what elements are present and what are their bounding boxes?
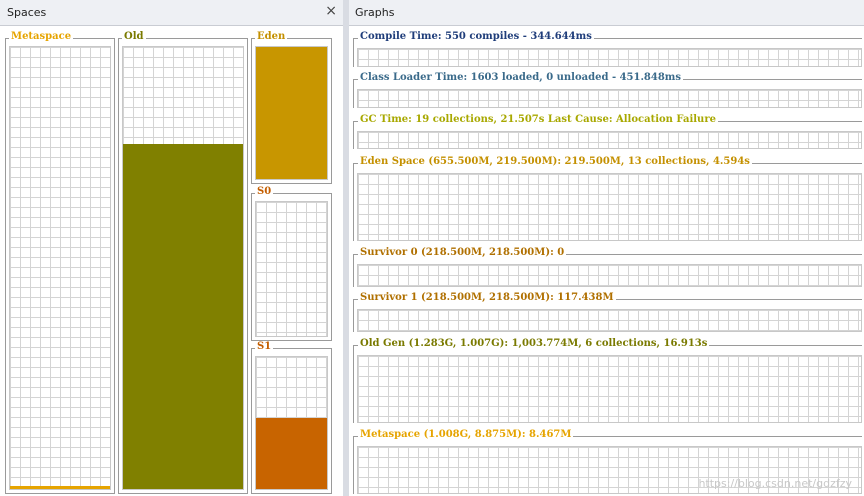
eden-space-grid	[255, 46, 328, 180]
old-space-grid	[122, 46, 244, 490]
eden-space-fill	[256, 47, 327, 179]
s1-space-fill	[256, 417, 327, 489]
graphs-panel-header: Graphs	[349, 0, 864, 26]
eden-space-label: Eden	[255, 31, 288, 42]
s1-space-label: S1	[255, 341, 274, 352]
panel-divider[interactable]	[343, 0, 349, 496]
compile-time-graph: Compile Time: 550 compiles - 344.644ms	[353, 31, 862, 67]
metaspace-space-fill	[10, 486, 110, 489]
eden-space-graph-label: Eden Space (655.500M, 219.500M): 219.500…	[358, 156, 752, 167]
survivor-1-graph: Survivor 1 (218.500M, 218.500M): 117.438…	[353, 292, 862, 332]
old-space-fill	[123, 144, 243, 489]
metaspace-space-label: Metaspace	[9, 31, 74, 42]
spaces-tab-title[interactable]: Spaces	[7, 6, 46, 19]
old-space-label: Old	[122, 31, 146, 42]
metaspace-graph-label: Metaspace (1.008G, 8.875M): 8.467M	[358, 429, 574, 440]
spaces-panel-header: Spaces ×	[0, 0, 343, 26]
eden-space-graph: Eden Space (655.500M, 219.500M): 219.500…	[353, 156, 862, 241]
close-icon[interactable]: ×	[325, 3, 337, 19]
survivor-1-grid	[357, 309, 862, 332]
old-gen-grid	[357, 355, 862, 423]
old-gen-graph: Old Gen (1.283G, 1.007G): 1,003.774M, 6 …	[353, 338, 862, 423]
survivor-0-graph: Survivor 0 (218.500M, 218.500M): 0	[353, 247, 862, 287]
survivor-0-label: Survivor 0 (218.500M, 218.500M): 0	[358, 247, 567, 258]
graphs-tab-title[interactable]: Graphs	[355, 6, 394, 19]
s0-space-label: S0	[255, 186, 274, 197]
s1-space-box: S1	[251, 341, 332, 494]
gc-time-graph: GC Time: 19 collections, 21.507s Last Ca…	[353, 114, 862, 149]
eden-space-graph-grid	[357, 173, 862, 241]
class-loader-grid	[357, 89, 862, 108]
s0-space-box: S0	[251, 186, 332, 341]
s0-space-grid	[255, 201, 328, 337]
gc-time-grid	[357, 131, 862, 149]
s1-space-grid	[255, 356, 328, 490]
old-space-box: Old	[118, 31, 248, 494]
gc-time-label: GC Time: 19 collections, 21.507s Last Ca…	[358, 114, 718, 125]
compile-time-grid	[357, 48, 862, 67]
class-loader-label: Class Loader Time: 1603 loaded, 0 unload…	[358, 72, 684, 83]
watermark: https://blog.csdn.net/gdzfzy	[698, 477, 852, 490]
compile-time-label: Compile Time: 550 compiles - 344.644ms	[358, 31, 594, 42]
survivor-0-grid	[357, 264, 862, 287]
metaspace-space-grid	[9, 46, 111, 490]
class-loader-graph: Class Loader Time: 1603 loaded, 0 unload…	[353, 72, 862, 108]
eden-space-box: Eden	[251, 31, 332, 184]
metaspace-space-box: Metaspace	[5, 31, 115, 494]
survivor-1-label: Survivor 1 (218.500M, 218.500M): 117.438…	[358, 292, 616, 303]
old-gen-label: Old Gen (1.283G, 1.007G): 1,003.774M, 6 …	[358, 338, 710, 349]
